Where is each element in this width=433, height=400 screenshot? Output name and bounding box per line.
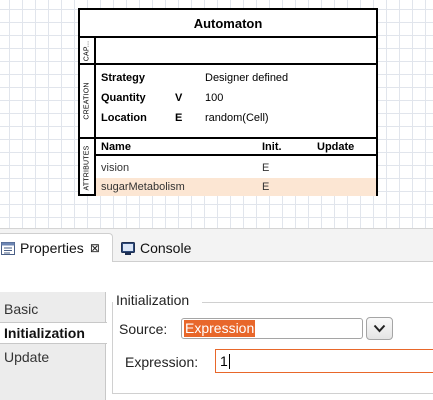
initialization-group xyxy=(112,302,433,394)
attributes-section-label: ATTRIBUTES xyxy=(80,139,96,196)
cap-section-label: CAP... xyxy=(80,38,96,63)
tab-console[interactable]: Console xyxy=(121,233,191,263)
attributes-header: Name Init. Update xyxy=(96,139,376,156)
console-icon xyxy=(121,241,135,255)
properties-panel: Basic Initialization Update Initializati… xyxy=(0,262,433,400)
tab-properties-label: Properties xyxy=(20,240,84,256)
expression-input[interactable]: 1 xyxy=(215,349,433,373)
attributes-section[interactable]: Name Init. Update vision E sugarMetaboli… xyxy=(96,139,376,196)
chevron-down-icon xyxy=(373,320,386,338)
properties-icon xyxy=(1,241,15,255)
creation-section-label: CREATION xyxy=(80,65,96,137)
source-select[interactable]: Expression xyxy=(181,318,363,339)
text-caret xyxy=(228,353,230,369)
header-update: Update xyxy=(317,140,355,153)
tab-console-label: Console xyxy=(140,240,192,256)
creation-section[interactable]: Strategy Designer defined Quantity V 100… xyxy=(96,65,376,137)
source-dropdown-button[interactable] xyxy=(366,317,393,340)
header-init: Init. xyxy=(262,140,282,153)
attribute-row[interactable]: vision E xyxy=(96,159,376,177)
initialization-group-title: Initialization xyxy=(116,292,190,308)
creation-row-location[interactable]: Location E random(Cell) xyxy=(101,111,376,125)
expression-value: 1 xyxy=(220,353,228,369)
attribute-row-selected[interactable]: sugarMetabolism E xyxy=(96,178,376,196)
close-icon[interactable]: ⊠ xyxy=(90,241,100,255)
header-name: Name xyxy=(101,140,131,153)
creation-row-strategy[interactable]: Strategy Designer defined xyxy=(101,71,376,85)
diagram-canvas[interactable]: Automaton CAP... CREATION Strategy Desig… xyxy=(0,0,433,228)
creation-row-quantity[interactable]: Quantity V 100 xyxy=(101,91,376,105)
source-label: Source: xyxy=(119,321,168,337)
side-tab-basic[interactable]: Basic xyxy=(0,298,106,320)
automaton-box[interactable]: Automaton CAP... CREATION Strategy Desig… xyxy=(78,8,378,196)
properties-side-tabs: Basic Initialization Update xyxy=(0,292,107,400)
side-tab-initialization[interactable]: Initialization xyxy=(0,322,107,344)
tab-properties[interactable]: Properties ⊠ xyxy=(0,233,113,263)
side-tab-update[interactable]: Update xyxy=(0,346,106,368)
automaton-title: Automaton xyxy=(80,10,376,38)
view-tab-bar: Properties ⊠ Console xyxy=(0,228,433,263)
source-select-value: Expression xyxy=(184,320,256,337)
cap-section[interactable] xyxy=(96,38,376,63)
expression-label: Expression: xyxy=(125,354,199,370)
